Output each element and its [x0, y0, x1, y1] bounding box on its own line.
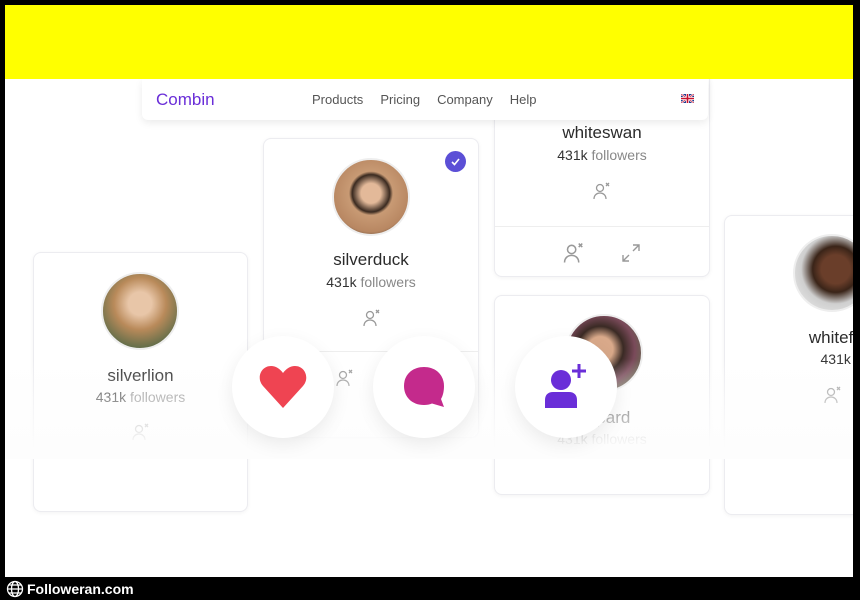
nav-help[interactable]: Help	[510, 92, 537, 107]
unfollow-icon[interactable]	[361, 307, 383, 329]
heart-icon	[259, 366, 307, 408]
nav-pricing[interactable]: Pricing	[380, 92, 420, 107]
username: whitefish	[808, 328, 853, 347]
unfollow-icon[interactable]	[561, 240, 587, 266]
like-button[interactable]	[232, 336, 334, 438]
nav-products[interactable]: Products	[312, 92, 363, 107]
avatar	[332, 158, 410, 236]
avatar	[101, 272, 179, 350]
avatar	[793, 234, 853, 312]
logo[interactable]: Combin	[156, 90, 215, 110]
add-user-icon	[545, 364, 586, 408]
nav-company[interactable]: Company	[437, 92, 493, 107]
globe-icon	[6, 580, 24, 598]
comment-button[interactable]	[373, 336, 475, 438]
username: whiteswan	[562, 123, 642, 142]
username: silverduck	[333, 250, 409, 269]
navbar: Combin Products Pricing Company Help	[142, 79, 708, 120]
divider	[495, 226, 709, 227]
follower-count: 431k followers	[557, 147, 647, 163]
page-content: Combin Products Pricing Company Help sil…	[5, 79, 853, 577]
expand-icon[interactable]	[620, 242, 642, 264]
yellow-banner	[5, 5, 853, 79]
follower-count: 431k followers	[326, 274, 416, 290]
uk-flag-icon[interactable]	[681, 94, 694, 103]
watermark: Followeran.com	[6, 580, 134, 598]
unfollow-icon[interactable]	[591, 180, 613, 202]
comment-icon	[404, 367, 444, 407]
verified-check-icon	[445, 151, 466, 172]
follow-button[interactable]	[515, 336, 617, 438]
